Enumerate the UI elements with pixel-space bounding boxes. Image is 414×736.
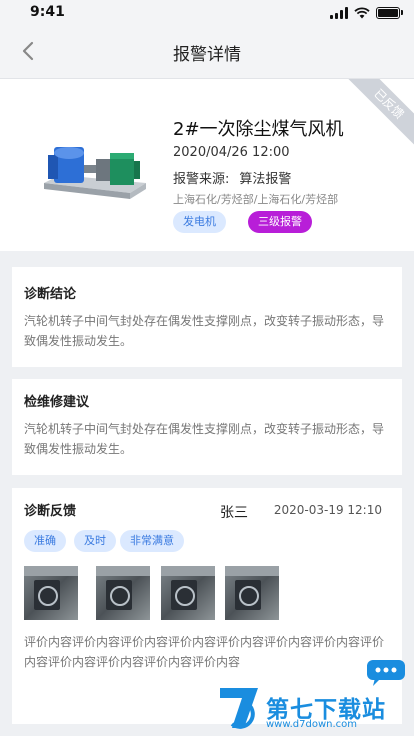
org-path: 上海石化/芳烃部/上海石化/芳烃部 (173, 193, 339, 206)
feedback-user: 张三 (220, 505, 248, 521)
cellular-signal-icon (330, 7, 348, 19)
battery-icon (376, 7, 403, 19)
section-title-diagnosis: 诊断结论 (24, 287, 77, 302)
feedback-photo[interactable] (161, 566, 215, 620)
maintenance-card: 检维修建议 汽轮机转子中间气封处存在偶发性支撑刚点，改变转子振动形态，导致偶发性… (12, 379, 402, 475)
alarm-level-badge: 三级报警 (248, 211, 312, 233)
status-time: 9:41 (30, 4, 65, 20)
feedback-status-ribbon: 已反馈 (342, 79, 414, 151)
diagnosis-card: 诊断结论 汽轮机转子中间气封处存在偶发性支撑刚点，改变转子振动形态，导致偶发性振… (12, 267, 402, 367)
feedback-photo[interactable] (24, 566, 78, 620)
alarm-date: 2020/04/26 12:00 (173, 145, 290, 160)
wifi-icon (354, 7, 370, 19)
site-logo-icon (220, 688, 258, 729)
site-url: www.d7down.com (266, 719, 358, 730)
feedback-tag-satisfied[interactable]: 非常满意 (120, 530, 184, 552)
feedback-time: 2020-03-19 12:10 (273, 503, 382, 517)
nav-bar: 报警详情 (0, 26, 414, 79)
fan-device-image (44, 147, 146, 199)
feedback-tag-timely[interactable]: 及时 (74, 530, 116, 552)
alarm-source-value: 算法报警 (239, 172, 292, 187)
feedback-photo[interactable] (225, 566, 279, 620)
alarm-card: 已反馈 2#一次除尘煤气风机 2020/04/26 12:00 报警来源: 算法报… (0, 79, 414, 251)
device-type-tag: 发电机 (173, 211, 226, 233)
status-icons (330, 7, 403, 19)
feedback-comment: 评价内容评价内容评价内容评价内容评价内容评价内容评价内容评价内容评价内容评价内容… (24, 635, 385, 669)
section-title-feedback: 诊断反馈 (24, 504, 77, 519)
feedback-photo[interactable] (96, 566, 150, 620)
section-title-maintenance: 检维修建议 (24, 395, 90, 410)
chat-bubble-icon (367, 660, 405, 686)
maintenance-text: 汽轮机转子中间气封处存在偶发性支撑刚点，改变转子振动形态，导致偶发性振动发生。 (24, 422, 385, 456)
feedback-tag-accurate[interactable]: 准确 (24, 530, 66, 552)
alarm-source-label: 报警来源: (173, 172, 230, 187)
device-name: 2#一次除尘煤气风机 (173, 119, 344, 140)
feedback-card: 诊断反馈 张三 2020-03-19 12:10 准确 及时 非常满意 评价内容… (12, 488, 402, 724)
status-bar: 9:41 (0, 0, 414, 26)
page-title: 报警详情 (173, 45, 241, 65)
diagnosis-text: 汽轮机转子中间气封处存在偶发性支撑刚点，改变转子振动形态，导致偶发性振动发生。 (24, 314, 385, 348)
alarm-source: 报警来源: 算法报警 (173, 168, 291, 187)
